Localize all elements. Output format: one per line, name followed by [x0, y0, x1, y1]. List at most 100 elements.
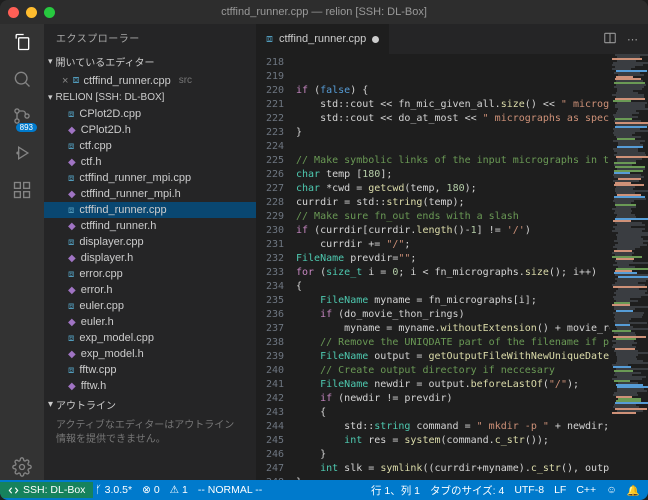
file-name: fftw.cpp — [79, 364, 116, 376]
chevron-down-icon: ▾ — [48, 92, 53, 103]
titlebar: ctffind_runner.cpp — relion [SSH: DL-Box… — [0, 0, 648, 24]
code-content[interactable]: if (false) { std::cout << fn_mic_given_a… — [292, 54, 610, 480]
file-name: error.h — [81, 284, 113, 296]
file-item[interactable]: ⧈ displayer.cpp — [44, 234, 256, 250]
header-icon: ◆ — [68, 253, 76, 264]
source-control-icon[interactable]: 893 — [12, 106, 32, 129]
status-bar: SSH: DL-Box ᚶ 3.0.5* ⊗ 0 ⚠ 1 -- NORMAL -… — [0, 480, 648, 500]
outline-empty-msg: アクティブなエディターはアウトライン情報を提供できません。 — [44, 415, 256, 451]
file-item[interactable]: ◆ displayer.h — [44, 250, 256, 266]
errors-status[interactable]: ⊗ 0 — [142, 484, 160, 496]
code-area[interactable]: 2182192202212222232242252262272282292302… — [256, 54, 648, 480]
cpp-icon: ⧈ — [68, 141, 74, 152]
tab-size[interactable]: タブのサイズ: 4 — [430, 483, 504, 498]
open-editor-item[interactable]: × ⧈ ctffind_runner.cpp src — [44, 72, 256, 89]
outline-header[interactable]: ▾ アウトライン — [44, 394, 256, 415]
file-name: displayer.h — [81, 252, 134, 264]
explorer-icon[interactable] — [12, 32, 32, 55]
editor: ⧈ ctffind_runner.cpp ⋯ 21821922022122222… — [256, 24, 648, 480]
cpp-icon: ⧈ — [266, 33, 273, 46]
maximize-window[interactable] — [44, 7, 55, 18]
file-item[interactable]: ⧈ error.cpp — [44, 266, 256, 282]
cpp-icon: ⧈ — [68, 365, 74, 376]
cpp-icon: ⧈ — [68, 173, 74, 184]
file-name: ctffind_runner.cpp — [79, 204, 166, 216]
file-name: euler.h — [81, 316, 114, 328]
eol[interactable]: LF — [554, 484, 566, 496]
cpp-icon: ⧈ — [68, 269, 74, 280]
cpp-icon: ⧈ — [72, 74, 79, 87]
file-name: exp_model.cpp — [79, 332, 154, 344]
window-title: ctffind_runner.cpp — relion [SSH: DL-Box… — [0, 6, 648, 18]
minimap[interactable] — [610, 54, 648, 480]
language-mode[interactable]: C++ — [576, 484, 596, 496]
notifications-icon[interactable]: 🔔 — [627, 484, 640, 497]
file-item[interactable]: ⧈ ctf.cpp — [44, 138, 256, 154]
header-icon: ◆ — [68, 157, 76, 168]
cpp-icon: ⧈ — [68, 109, 74, 120]
chevron-down-icon: ▾ — [48, 399, 53, 410]
file-item[interactable]: ⧈ ctffind_runner_mpi.cpp — [44, 170, 256, 186]
header-icon: ◆ — [68, 189, 76, 200]
file-item[interactable]: ◆ ctffind_runner.h — [44, 218, 256, 234]
warnings-status[interactable]: ⚠ 1 — [170, 484, 188, 496]
file-name: exp_model.h — [81, 348, 144, 360]
file-name: CPlot2D.cpp — [79, 108, 141, 120]
cursor-position[interactable]: 行 1、列 1 — [371, 483, 420, 498]
file-name: fftw.h — [81, 380, 106, 392]
file-item[interactable]: ⧈ fftw.cpp — [44, 362, 256, 378]
cpp-icon: ⧈ — [68, 301, 74, 312]
chevron-down-icon: ▾ — [48, 56, 53, 67]
file-item[interactable]: ◆ ctf.h — [44, 154, 256, 170]
file-name: euler.cpp — [79, 300, 124, 312]
file-item[interactable]: ⧈ctffind_runner.cpp — [44, 202, 256, 218]
file-name: ctf.cpp — [79, 140, 111, 152]
git-branch-status[interactable]: ᚶ 3.0.5* — [95, 484, 132, 496]
file-item[interactable]: ⧈ euler.cpp — [44, 298, 256, 314]
cpp-icon: ⧈ — [68, 333, 74, 344]
header-icon: ◆ — [68, 317, 76, 328]
file-item[interactable]: ◆ CPlot2D.h — [44, 122, 256, 138]
open-editors-header[interactable]: ▾ 開いているエディター — [44, 51, 256, 72]
more-icon[interactable]: ⋯ — [627, 33, 638, 46]
feedback-icon[interactable]: ☺ — [606, 484, 617, 496]
file-name: ctffind_runner.h — [81, 220, 157, 232]
file-item[interactable]: ◆fftw.h — [44, 378, 256, 394]
split-editor-icon[interactable] — [603, 31, 617, 48]
minimize-window[interactable] — [26, 7, 37, 18]
close-window[interactable] — [8, 7, 19, 18]
cpp-icon: ⧈ — [68, 237, 74, 248]
file-name: ctffind_runner_mpi.h — [81, 188, 181, 200]
sidebar-title: エクスプローラー — [44, 24, 256, 51]
workspace-header[interactable]: ▾ RELION [SSH: DL-BOX] — [44, 89, 256, 106]
file-item[interactable]: ⧈ exp_model.cpp — [44, 330, 256, 346]
close-icon[interactable]: × — [62, 75, 68, 87]
traffic-lights — [8, 7, 55, 18]
file-item[interactable]: ◆ ctffind_runner_mpi.h — [44, 186, 256, 202]
header-icon: ◆ — [68, 285, 76, 296]
header-icon: ◆ — [68, 349, 76, 360]
file-name: ctf.h — [81, 156, 102, 168]
file-name: ctffind_runner_mpi.cpp — [79, 172, 191, 184]
scm-badge: 893 — [16, 123, 37, 132]
file-name: CPlot2D.h — [81, 124, 131, 136]
vim-mode: -- NORMAL -- — [198, 484, 262, 496]
file-name: displayer.cpp — [79, 236, 143, 248]
search-icon[interactable] — [12, 69, 32, 92]
header-icon: ◆ — [68, 125, 76, 136]
file-name: error.cpp — [79, 268, 122, 280]
file-item[interactable]: ◆ error.h — [44, 282, 256, 298]
file-item[interactable]: ⧈ CPlot2D.cpp — [44, 106, 256, 122]
file-item[interactable]: ◆ euler.h — [44, 314, 256, 330]
settings-icon[interactable] — [12, 457, 32, 480]
modified-dot-icon — [372, 36, 379, 43]
tab-active[interactable]: ⧈ ctffind_runner.cpp — [256, 24, 390, 54]
activity-bar: 893 — [0, 24, 44, 480]
remote-ssh-status[interactable]: SSH: DL-Box — [0, 482, 93, 498]
sidebar: エクスプローラー ▾ 開いているエディター × ⧈ ctffind_runner… — [44, 24, 256, 480]
debug-icon[interactable] — [12, 143, 32, 166]
extensions-icon[interactable] — [12, 180, 32, 203]
header-icon: ◆ — [68, 221, 76, 232]
file-item[interactable]: ◆ exp_model.h — [44, 346, 256, 362]
encoding[interactable]: UTF-8 — [514, 484, 544, 496]
